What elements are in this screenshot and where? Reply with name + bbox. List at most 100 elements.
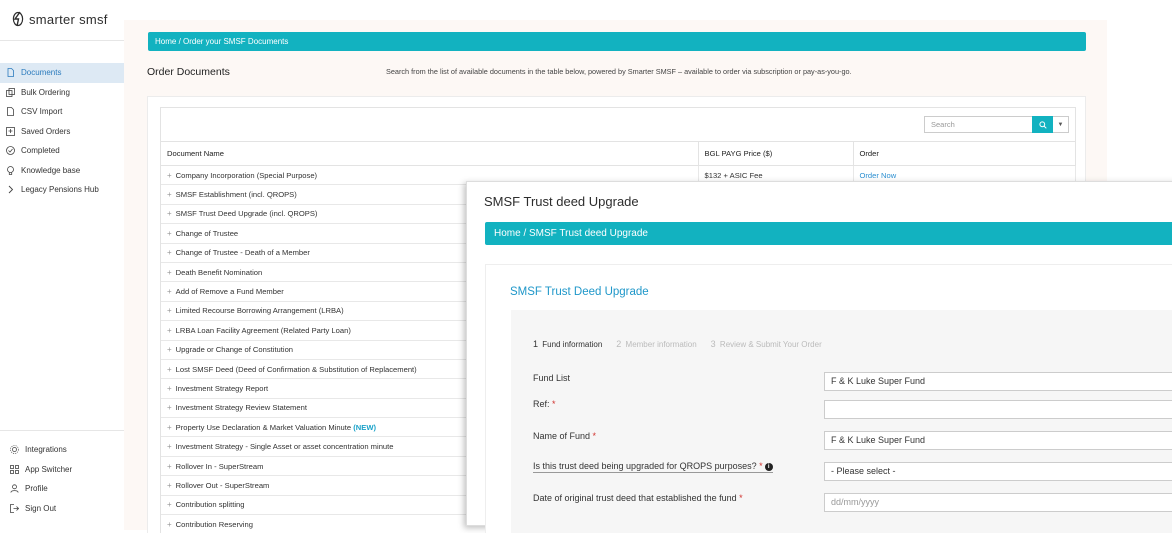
sidebar-item-app-switcher[interactable]: App Switcher xyxy=(0,460,124,480)
trust-deed-upgrade-window: SMSF Trust deed Upgrade Home / SMSF Trus… xyxy=(466,181,1172,533)
name-of-fund-input[interactable]: F & K Luke Super Fund xyxy=(824,431,1172,450)
sidebar-item-completed[interactable]: Completed xyxy=(0,141,124,161)
form-steps: 1 Fund information 2 Member information … xyxy=(533,339,836,349)
field-label-text: Is this trust deed being upgraded for QR… xyxy=(533,461,757,471)
expand-icon[interactable]: + xyxy=(167,423,172,432)
field-label-text: Fund List xyxy=(533,373,571,383)
window-breadcrumb[interactable]: Home / SMSF Trust deed Upgrade xyxy=(485,222,1172,245)
document-name: Limited Recourse Borrowing Arrangement (… xyxy=(175,306,344,316)
sidebar-item-label: Completed xyxy=(21,146,60,156)
document-name: SMSF Trust Deed Upgrade (incl. QROPS) xyxy=(175,209,318,219)
ref-label: Ref: * xyxy=(533,399,556,409)
document-name: Investment Strategy - Single Asset or as… xyxy=(175,442,394,452)
expand-icon[interactable]: + xyxy=(167,500,172,509)
column-header-price[interactable]: BGL PAYG Price ($) xyxy=(698,141,854,166)
info-icon[interactable]: i xyxy=(764,463,773,471)
fund-list-select[interactable]: F & K Luke Super Fund xyxy=(824,372,1172,391)
document-name: Upgrade or Change of Constitution xyxy=(175,345,294,355)
search-button[interactable] xyxy=(1032,116,1053,133)
sidebar-item-saved-orders[interactable]: Saved Orders xyxy=(0,122,124,142)
document-name: Property Use Declaration & Market Valuat… xyxy=(175,422,352,432)
logo[interactable]: smarter smsf xyxy=(12,11,108,27)
field-label-text: Ref: xyxy=(533,399,550,409)
expand-icon[interactable]: + xyxy=(167,345,172,354)
logo-icon xyxy=(12,11,25,27)
sidebar-item-sign-out[interactable]: Sign Out xyxy=(0,499,124,519)
order-now-link[interactable]: Order Now xyxy=(860,171,897,180)
document-name: Rollover Out - SuperStream xyxy=(175,480,270,490)
document-name: Investment Strategy Report xyxy=(175,383,269,393)
search-input[interactable]: Search xyxy=(924,116,1032,133)
document-name: Change of Trustee - Death of a Member xyxy=(175,248,310,258)
sidebar-item-bulk-ordering[interactable]: Bulk Ordering xyxy=(0,83,124,103)
document-name: LRBA Loan Facility Agreement (Related Pa… xyxy=(175,325,351,335)
file-icon xyxy=(6,107,15,117)
expand-icon[interactable]: + xyxy=(167,229,172,238)
sidebar-item-label: Sign Out xyxy=(25,503,57,513)
expand-icon[interactable]: + xyxy=(167,209,172,218)
document-name: Add of Remove a Fund Member xyxy=(175,287,284,297)
sidebar-item-csv-import[interactable]: CSV Import xyxy=(0,102,124,122)
expand-icon[interactable]: + xyxy=(167,481,172,490)
expand-icon[interactable]: + xyxy=(167,462,172,471)
ref-input[interactable] xyxy=(824,400,1172,419)
sidebar-nav: Documents Bulk Ordering CSV Import Saved… xyxy=(0,63,124,200)
save-file-icon xyxy=(6,126,15,136)
step-number: 2 xyxy=(616,339,622,349)
expand-icon[interactable]: + xyxy=(167,520,172,529)
step-member-information[interactable]: 2 Member information xyxy=(616,339,696,349)
document-name: Contribution splitting xyxy=(175,500,245,510)
expand-icon[interactable]: + xyxy=(167,326,172,335)
expand-icon[interactable]: + xyxy=(167,287,172,296)
sidebar-item-integrations[interactable]: Integrations xyxy=(0,440,124,460)
original-deed-date-input[interactable]: dd/mm/yyyy xyxy=(824,493,1172,512)
breadcrumb[interactable]: Home / Order your SMSF Documents xyxy=(148,32,1086,51)
copy-icon xyxy=(6,87,15,97)
expand-icon[interactable]: + xyxy=(167,384,172,393)
sidebar-item-label: Legacy Pensions Hub xyxy=(21,185,99,195)
step-number: 1 xyxy=(533,339,539,349)
search-icon xyxy=(1038,120,1047,129)
expand-icon[interactable]: + xyxy=(167,306,172,315)
lightbulb-icon xyxy=(6,165,15,175)
qrops-question-label: Is this trust deed being upgraded for QR… xyxy=(533,461,773,473)
column-header-order[interactable]: Order xyxy=(853,141,1076,166)
sidebar-item-label: Integrations xyxy=(25,445,67,455)
expand-icon[interactable]: + xyxy=(167,248,172,257)
sidebar-item-profile[interactable]: Profile xyxy=(0,479,124,499)
expand-icon[interactable]: + xyxy=(167,403,172,412)
document-icon xyxy=(6,68,15,78)
sidebar-item-label: Saved Orders xyxy=(21,126,71,136)
sidebar-item-legacy-pensions-hub[interactable]: Legacy Pensions Hub xyxy=(0,180,124,200)
expand-icon[interactable]: + xyxy=(167,365,172,374)
sidebar-item-label: Documents xyxy=(21,68,62,78)
logo-text: smarter smsf xyxy=(29,11,108,27)
sidebar-divider xyxy=(0,40,124,41)
column-header-document-name[interactable]: Document Name xyxy=(161,141,699,166)
sidebar-item-knowledge-base[interactable]: Knowledge base xyxy=(0,161,124,181)
qrops-select[interactable]: - Please select - xyxy=(824,462,1172,481)
sidebar-item-documents[interactable]: Documents xyxy=(0,63,124,83)
form-title: SMSF Trust Deed Upgrade xyxy=(510,286,649,298)
document-name: Rollover In - SuperStream xyxy=(175,461,264,471)
check-circle-icon xyxy=(6,146,15,156)
new-badge: (NEW) xyxy=(353,422,377,432)
sidebar-item-label: Knowledge base xyxy=(21,165,81,175)
step-review-submit[interactable]: 3 Review & Submit Your Order xyxy=(711,339,822,349)
table-header-row: Document Name BGL PAYG Price ($) Order xyxy=(161,141,1076,166)
step-fund-information[interactable]: 1 Fund information xyxy=(533,339,602,349)
required-marker: * xyxy=(759,461,763,471)
document-name: Lost SMSF Deed (Deed of Confirmation & S… xyxy=(175,364,417,374)
user-icon xyxy=(10,484,19,493)
expand-icon[interactable]: + xyxy=(167,171,172,180)
document-name: Contribution Reserving xyxy=(175,519,253,529)
sidebar-bottom-nav: Integrations App Switcher Profile Sign O… xyxy=(0,440,124,518)
app-root: smarter smsf Documents Bulk Ordering CSV… xyxy=(0,0,1172,533)
field-label-text: Date of original trust deed that establi… xyxy=(533,493,737,503)
expand-icon[interactable]: + xyxy=(167,190,172,199)
search-dropdown-button[interactable]: ▼ xyxy=(1053,116,1069,133)
expand-icon[interactable]: + xyxy=(167,442,172,451)
sign-out-icon xyxy=(10,503,19,513)
fund-information-form: 1 Fund information 2 Member information … xyxy=(511,310,1172,533)
expand-icon[interactable]: + xyxy=(167,268,172,277)
